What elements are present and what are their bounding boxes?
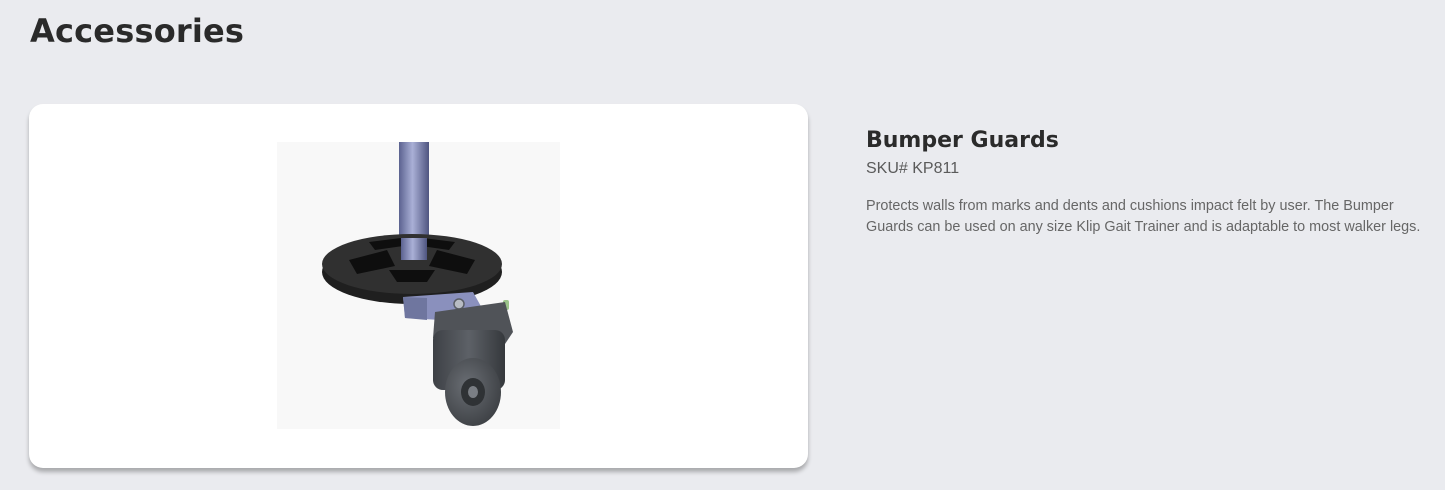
- product-description: Protects walls from marks and dents and …: [866, 198, 1421, 235]
- product-card[interactable]: [29, 104, 808, 468]
- product-name[interactable]: Bumper Guards: [866, 126, 1436, 156]
- page-title: Accessories: [30, 12, 245, 50]
- bumper-guard-image-icon: [322, 142, 513, 426]
- product-info: Bumper Guards SKU# KP811 Protects walls …: [866, 126, 1436, 252]
- product-sku: SKU# KP811: [866, 160, 960, 177]
- product-image[interactable]: [277, 142, 560, 429]
